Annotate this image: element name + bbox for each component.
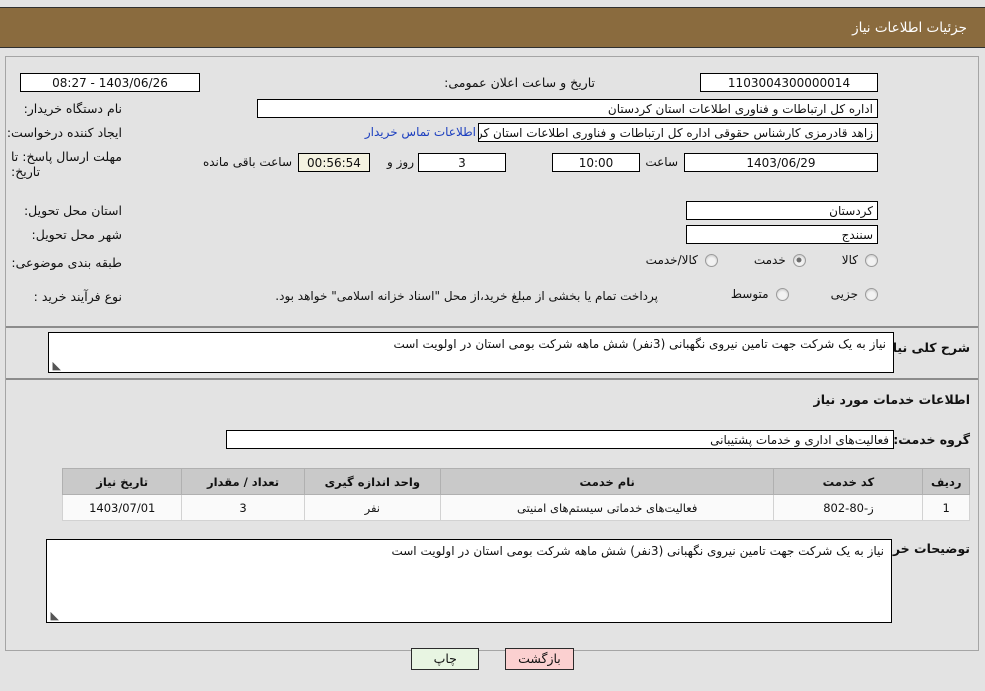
delivery-city-label: شهر محل تحویل:	[31, 227, 122, 242]
delivery-city-field[interactable]: سنندج	[686, 225, 878, 244]
buyer-org-label: نام دستگاه خریدار:	[23, 101, 122, 116]
page-title: جزئیات اطلاعات نیاز	[852, 20, 967, 36]
deadline-date-field[interactable]: 1403/06/29	[684, 153, 878, 172]
col-need-date: تاریخ نیاز	[61, 468, 183, 495]
need-info-block: شماره نیاز: 1103004300000014 تاریخ و ساع…	[6, 57, 978, 328]
purchase-type-label-wrap: نوع فرآیند خرید :	[34, 289, 122, 304]
radio-option-khedmat[interactable]: خدمت	[754, 253, 806, 267]
general-description-text: نیاز به یک شرکت جهت تامین نیروی نگهبانی …	[393, 337, 886, 351]
deadline-days-field[interactable]: 3	[418, 153, 506, 172]
cell-need-date: 1403/07/01	[61, 494, 183, 521]
announce-datetime-label-wrap: تاریخ و ساعت اعلان عمومی:	[444, 75, 595, 90]
col-service-name: نام خدمت	[439, 468, 775, 495]
buyer-contact-info-link[interactable]: اطلاعات تماس خریدار	[365, 125, 476, 139]
col-service-code: کد خدمت	[773, 468, 924, 495]
radio-motavaset-icon[interactable]	[775, 287, 789, 301]
radio-motavaset-label: متوسط	[730, 287, 769, 301]
radio-option-kala[interactable]: کالا	[842, 253, 878, 267]
subject-category-radio-group: کالا خدمت کالا/خدمت	[258, 253, 878, 267]
deadline-label-line1: مهلت ارسال پاسخ: تا	[11, 149, 122, 164]
delivery-city-label-wrap: شهر محل تحویل:	[32, 227, 122, 242]
delivery-province-field[interactable]: کردستان	[686, 201, 878, 220]
general-description-textarea[interactable]: نیاز به یک شرکت جهت تامین نیروی نگهبانی …	[48, 332, 894, 373]
treasury-note-text: پرداخت تمام یا بخشی از مبلغ خرید،از محل …	[275, 289, 658, 303]
table-header-row: ردیف کد خدمت نام خدمت واحد اندازه گیری ت…	[61, 468, 970, 495]
subject-category-label: طبقه بندی موضوعی:	[11, 255, 122, 270]
deadline-time-label: ساعت	[645, 155, 678, 169]
buyer-notes-text: نیاز به یک شرکت جهت تامین نیروی نگهبانی …	[391, 544, 884, 558]
radio-option-motavaset[interactable]: متوسط	[731, 287, 789, 301]
radio-jozei-icon[interactable]	[865, 287, 878, 301]
radio-kala-khedmat-label: کالا/خدمت	[645, 253, 698, 267]
delivery-province-label-wrap: استان محل تحویل:	[24, 203, 122, 218]
radio-kala-khedmat-icon[interactable]	[704, 253, 718, 267]
buyer-org-field[interactable]: اداره کل ارتباطات و فناوری اطلاعات استان…	[257, 99, 878, 118]
service-group-label: گروه خدمت:	[893, 432, 970, 447]
cell-service-name: فعالیت‌های خدماتی سیستم‌های امنیتی	[439, 494, 775, 521]
radio-option-jozei[interactable]: جزیی	[831, 287, 878, 301]
delivery-province-label: استان محل تحویل:	[23, 203, 122, 218]
col-row-no: ردیف	[922, 468, 970, 495]
request-creator-field[interactable]: زاهد قادرمزی کارشناس حقوقی اداره کل ارتب…	[478, 123, 878, 142]
radio-kala-icon[interactable]	[865, 253, 878, 267]
services-section-title: اطلاعات خدمات مورد نیاز	[813, 392, 971, 407]
services-block: اطلاعات خدمات مورد نیاز گروه خدمت: فعالی…	[6, 380, 978, 650]
print-button[interactable]: چاپ	[411, 648, 480, 670]
page-header-bar: جزئیات اطلاعات نیاز	[0, 7, 985, 48]
cell-row-no: 1	[922, 494, 970, 521]
purchase-type-label: نوع فرآیند خرید :	[33, 289, 122, 304]
need-number-field[interactable]: 1103004300000014	[700, 73, 878, 92]
col-unit: واحد اندازه گیری	[303, 468, 441, 495]
request-creator-label-wrap: ایجاد کننده درخواست:	[7, 125, 122, 140]
back-button[interactable]: بازگشت	[505, 648, 574, 670]
buyer-org-label-wrap: نام دستگاه خریدار:	[24, 101, 122, 116]
general-description-block: شرح کلی نیاز: نیاز به یک شرکت جهت تامین …	[6, 328, 978, 380]
subject-category-label-wrap: طبقه بندی موضوعی:	[11, 255, 122, 270]
buyer-notes-textarea[interactable]: نیاز به یک شرکت جهت تامین نیروی نگهبانی …	[46, 539, 892, 623]
button-bar: بازگشت چاپ	[0, 648, 985, 670]
radio-khedmat-label: خدمت	[753, 253, 786, 267]
cell-service-code: ز-80-802	[773, 494, 924, 521]
deadline-label-line2: تاریخ:	[11, 164, 41, 179]
deadline-label-wrap: مهلت ارسال پاسخ: تا تاریخ:	[4, 149, 122, 179]
request-creator-label: ایجاد کننده درخواست:	[6, 125, 122, 140]
services-table: ردیف کد خدمت نام خدمت واحد اندازه گیری ت…	[61, 468, 970, 521]
deadline-countdown-field: 00:56:54	[298, 153, 370, 172]
main-panel: شماره نیاز: 1103004300000014 تاریخ و ساع…	[5, 56, 979, 651]
purchase-type-radio-group: جزیی متوسط	[731, 287, 878, 301]
table-row[interactable]: 1 ز-80-802 فعالیت‌های خدماتی سیستم‌های ا…	[61, 494, 970, 521]
service-group-field[interactable]: فعالیت‌های اداری و خدمات پشتیبانی	[226, 430, 894, 449]
radio-kala-label: کالا	[841, 253, 858, 267]
deadline-countdown-label: ساعت باقی مانده	[202, 155, 292, 169]
cell-unit: نفر	[303, 494, 441, 521]
cell-quantity: 3	[181, 494, 305, 521]
resize-grip-icon[interactable]: ◣	[52, 360, 61, 371]
radio-jozei-label: جزیی	[830, 287, 858, 301]
announce-datetime-label: تاریخ و ساعت اعلان عمومی:	[444, 75, 595, 90]
resize-grip-icon-2[interactable]: ◣	[50, 610, 59, 621]
announce-datetime-field[interactable]: 1403/06/26 - 08:27	[20, 73, 200, 92]
deadline-time-field[interactable]: 10:00	[552, 153, 640, 172]
deadline-days-label: روز و	[387, 155, 414, 169]
col-quantity: تعداد / مقدار	[181, 468, 305, 495]
radio-option-kala-khedmat[interactable]: کالا/خدمت	[646, 253, 718, 267]
radio-khedmat-icon[interactable]	[792, 253, 806, 267]
